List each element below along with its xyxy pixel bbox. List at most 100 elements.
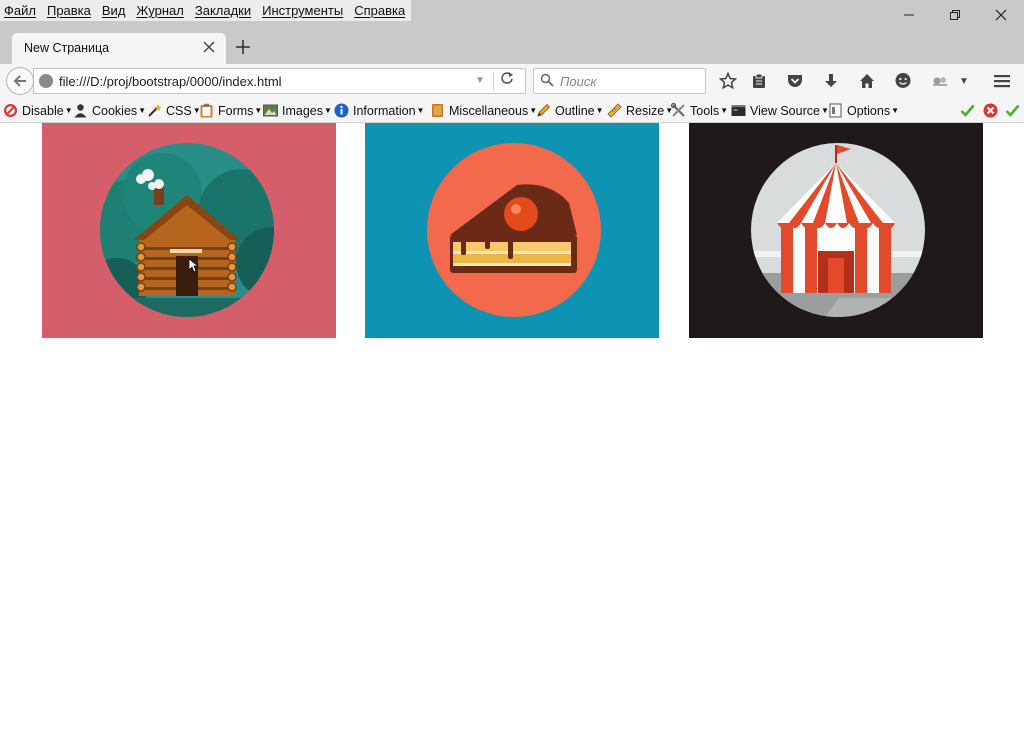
dev-options-label: Options — [847, 103, 891, 118]
dev-outline-label: Outline — [555, 103, 595, 118]
dev-view-source-menu[interactable]: View Source ▼ — [731, 102, 829, 119]
menu-history[interactable]: Журнал — [136, 3, 183, 18]
restore-button[interactable] — [932, 0, 978, 29]
error-x-icon — [983, 103, 998, 118]
minimize-icon — [904, 14, 914, 15]
arrow-left-icon — [13, 75, 26, 87]
open-menu-button[interactable] — [990, 69, 1014, 93]
dropdown-arrow-icon: ▼ — [254, 106, 263, 115]
dev-resize-label: Resize — [626, 103, 665, 118]
cake-slice-illustration — [365, 123, 659, 338]
dev-images-menu[interactable]: Images ▼ — [263, 102, 332, 119]
developer-tool-button[interactable] — [928, 69, 952, 93]
dev-css-label: CSS — [166, 103, 192, 118]
home-button[interactable] — [855, 69, 879, 93]
dropdown-arrow-icon: ▼ — [324, 106, 332, 115]
clipboard-icon — [753, 73, 765, 88]
dropdown-arrow-icon: ▼ — [891, 106, 900, 115]
dev-cookies-label: Cookies — [92, 103, 138, 118]
dev-forms-menu[interactable]: Forms ▼ — [199, 102, 262, 119]
css-valid-status[interactable] — [960, 102, 979, 119]
gallery-image-circus[interactable] — [689, 123, 983, 338]
gear-wrench-icon — [933, 77, 947, 86]
dev-miscellaneous-menu[interactable]: Miscellaneous ▼ — [430, 102, 537, 119]
dropdown-arrow-icon: ▼ — [595, 106, 604, 115]
book-icon — [432, 104, 443, 117]
info-icon — [334, 103, 349, 118]
title-bar: Файл Правка Вид Журнал Закладки Инструме… — [0, 0, 1024, 29]
magic-wand-icon — [148, 104, 162, 117]
dev-view-source-label: View Source — [750, 103, 820, 118]
dev-cookies-menu[interactable]: Cookies ▼ — [73, 102, 146, 119]
js-valid-status[interactable] — [1005, 102, 1024, 119]
url-bar[interactable]: file:///D:/proj/bootstrap/0000/index.htm… — [33, 68, 526, 94]
search-placeholder: Поиск — [560, 74, 597, 89]
dropdown-arrow-icon: ▼ — [138, 106, 147, 115]
close-window-button[interactable] — [978, 0, 1024, 29]
tab-active[interactable]: New Страница — [12, 33, 226, 64]
downloads-button[interactable] — [819, 69, 843, 93]
back-button[interactable] — [6, 67, 34, 95]
checkmark-icon — [1005, 104, 1020, 117]
dropdown-arrow-icon: ▼ — [416, 106, 425, 115]
url-text[interactable]: file:///D:/proj/bootstrap/0000/index.htm… — [59, 74, 282, 89]
menu-view[interactable]: Вид — [102, 3, 126, 18]
dev-forms-label: Forms — [218, 103, 254, 118]
bookmark-star-button[interactable] — [716, 69, 740, 93]
dev-information-label: Information — [353, 103, 416, 118]
dev-options-menu[interactable]: Options ▼ — [828, 102, 899, 119]
dev-images-label: Images — [282, 103, 323, 118]
wrench-screwdriver-icon — [671, 103, 685, 117]
minimize-button[interactable] — [886, 0, 932, 29]
dev-outline-menu[interactable]: Outline ▼ — [536, 102, 604, 119]
dev-resize-menu[interactable]: Resize ▼ — [607, 102, 673, 119]
reading-list-button[interactable] — [747, 69, 771, 93]
tab-close-button[interactable] — [198, 36, 220, 58]
no-entry-icon — [4, 104, 17, 117]
gallery-image-cake[interactable] — [365, 123, 659, 338]
clipboard-icon — [200, 103, 213, 118]
hello-chat-button[interactable] — [891, 69, 915, 93]
restore-icon — [950, 9, 960, 20]
tab-title: New Страница — [24, 41, 110, 55]
home-icon — [860, 74, 874, 88]
developer-tool-dropdown[interactable]: ▼ — [954, 69, 974, 93]
search-box[interactable]: Поиск — [533, 68, 706, 94]
menu-bookmarks[interactable]: Закладки — [195, 3, 251, 18]
dev-information-menu[interactable]: Information ▼ — [334, 102, 424, 119]
menu-bar: Файл Правка Вид Журнал Закладки Инструме… — [0, 0, 412, 21]
dev-tools-menu[interactable]: Tools ▼ — [671, 102, 728, 119]
navigation-toolbar: file:///D:/proj/bootstrap/0000/index.htm… — [0, 64, 1024, 98]
globe-icon — [39, 74, 53, 88]
menu-tools[interactable]: Инструменты — [262, 3, 343, 18]
menu-help[interactable]: Справка — [354, 3, 405, 18]
reload-button[interactable] — [500, 71, 514, 89]
menu-file[interactable]: Файл — [4, 3, 36, 18]
hamburger-icon — [994, 75, 1010, 88]
web-developer-toolbar: Disable ▼ Cookies ▼ CSS ▼ Forms ▼ Images ▼ In… — [0, 98, 1024, 123]
gallery-image-cabin[interactable] — [42, 123, 336, 338]
dev-miscellaneous-label: Miscellaneous — [449, 103, 529, 118]
checkmark-icon — [960, 104, 975, 117]
tab-strip: New Страница — [0, 29, 1024, 64]
new-tab-button[interactable] — [231, 35, 255, 59]
menu-edit[interactable]: Правка — [47, 3, 91, 18]
url-divider — [493, 72, 494, 90]
download-arrow-icon — [825, 74, 837, 87]
pencil-icon — [537, 103, 551, 117]
dev-disable-label: Disable — [22, 103, 64, 118]
pocket-button[interactable] — [783, 69, 807, 93]
history-dropdown-icon[interactable]: ▼ — [475, 75, 485, 86]
dev-disable-menu[interactable]: Disable ▼ — [3, 102, 73, 119]
dev-css-menu[interactable]: CSS ▼ — [147, 102, 201, 119]
html-error-status[interactable] — [983, 102, 1002, 119]
star-icon — [719, 72, 737, 90]
picture-icon — [263, 104, 278, 117]
close-icon — [203, 41, 215, 53]
dev-tools-label: Tools — [690, 103, 720, 118]
options-page-icon — [829, 103, 842, 118]
person-icon — [74, 104, 87, 118]
dropdown-arrow-icon: ▼ — [720, 106, 729, 115]
pocket-icon — [788, 75, 802, 87]
ruler-icon — [607, 103, 622, 118]
